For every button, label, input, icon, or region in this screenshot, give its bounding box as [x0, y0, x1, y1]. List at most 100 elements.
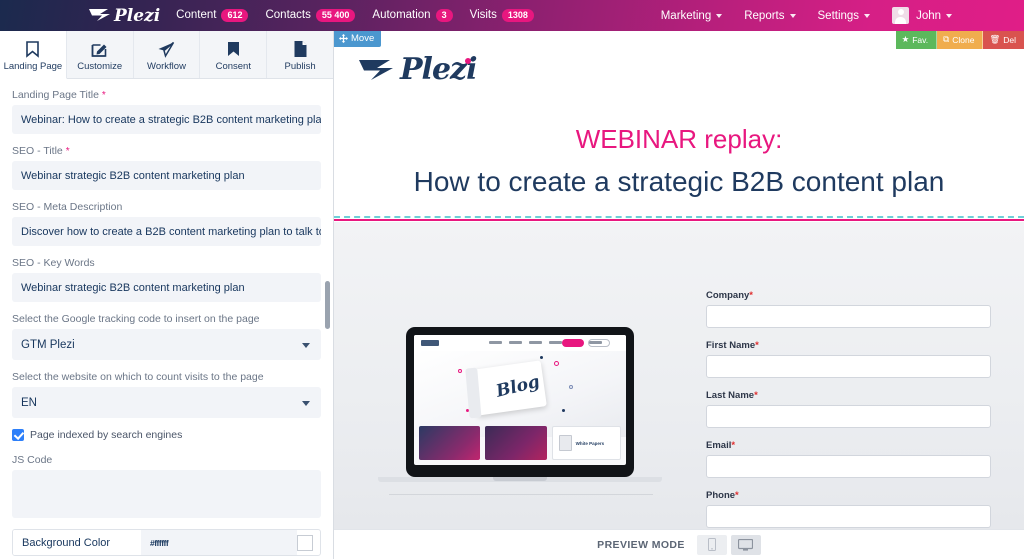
- background-color-value[interactable]: #ffffff: [141, 530, 297, 555]
- required-marker: *: [755, 340, 759, 351]
- preview-body-block[interactable]: Blog White Papers Company* First Name* L…: [334, 222, 1024, 549]
- sidebar-form: Landing Page Title * Webinar: How to cre…: [0, 79, 333, 559]
- mockup-secondary-button: [588, 339, 610, 347]
- nav-menu-settings-label: Settings: [817, 9, 860, 22]
- plezi-brand-logo[interactable]: Plezi: [88, 6, 160, 26]
- preview-pink-divider: [334, 219, 1024, 221]
- document-stack-icon: [558, 435, 572, 451]
- nav-item-automation-badge: 3: [435, 9, 453, 22]
- mockup-article-card: [419, 426, 481, 460]
- delete-button-label: Del: [1003, 34, 1016, 45]
- chevron-down-icon: [946, 13, 952, 18]
- confetti-dot-icon: [540, 356, 543, 359]
- mockup-article-card: [485, 426, 547, 460]
- form-email-input[interactable]: [706, 455, 991, 478]
- form-company-label-text: Company: [706, 290, 750, 301]
- star-icon: ★: [901, 34, 910, 44]
- plezi-bird-icon: [359, 59, 393, 80]
- nav-item-content-badge: 612: [221, 9, 249, 22]
- google-tracking-code-select[interactable]: GTM Plezi: [12, 329, 321, 360]
- mockup-whitepapers-card: White Papers: [551, 426, 621, 460]
- nav-item-content-label: Content: [176, 9, 217, 22]
- user-menu[interactable]: John: [892, 7, 952, 24]
- tab-landing-page[interactable]: Landing Page: [0, 31, 67, 79]
- required-marker: *: [754, 390, 758, 401]
- clone-button-label: Clone: [952, 34, 975, 45]
- preview-mobile-button[interactable]: [696, 534, 727, 555]
- nav-menu-reports[interactable]: Reports: [744, 10, 796, 22]
- desktop-icon: [738, 538, 754, 551]
- nav-menu-marketing[interactable]: Marketing: [661, 10, 723, 22]
- mockup-site-nav: [414, 335, 626, 351]
- seo-key-words-input[interactable]: Webinar strategic B2B content marketing …: [12, 273, 321, 302]
- tab-publish[interactable]: Publish: [267, 31, 333, 78]
- favorite-button[interactable]: ★ Fav.: [895, 31, 938, 49]
- form-first-name-label: First Name*: [706, 340, 991, 351]
- navbar-right-group: Marketing Reports Settings John: [661, 7, 952, 24]
- form-last-name-input[interactable]: [706, 405, 991, 428]
- preview-desktop-button[interactable]: [730, 534, 761, 555]
- delete-button[interactable]: 🗑 Del: [983, 31, 1024, 49]
- page-indexed-checkbox[interactable]: [12, 429, 24, 441]
- nav-item-automation-label: Automation: [372, 9, 431, 22]
- nav-item-content[interactable]: Content 612: [176, 9, 249, 22]
- seo-meta-description-input[interactable]: Discover how to create a B2B content mar…: [12, 217, 321, 246]
- mockup-card-row: White Papers: [419, 426, 621, 460]
- laptop-frame: Blog White Papers: [406, 327, 634, 477]
- tab-consent[interactable]: Consent: [200, 31, 268, 78]
- required-marker: *: [65, 146, 70, 157]
- form-company-input[interactable]: [706, 305, 991, 328]
- nav-item-contacts[interactable]: Contacts 55 400: [265, 9, 356, 22]
- form-phone-label: Phone*: [706, 490, 991, 501]
- confetti-dot-icon: [562, 409, 565, 412]
- form-company-label: Company*: [706, 290, 991, 301]
- seo-title-input[interactable]: Webinar strategic B2B content marketing …: [12, 161, 321, 190]
- mockup-ground-line: [389, 494, 653, 495]
- mockup-whitepapers-label: White Papers: [575, 440, 605, 446]
- sidebar-scrollbar[interactable]: [325, 281, 330, 329]
- form-first-name-input[interactable]: [706, 355, 991, 378]
- field-background-color: Background Color #ffffff: [12, 529, 321, 556]
- mockup-notebook: Blog: [471, 360, 547, 416]
- nav-item-visits-badge: 1308: [501, 9, 534, 22]
- js-code-label: JS Code: [12, 454, 53, 466]
- mockup-cta-button: [562, 339, 584, 347]
- chevron-down-icon: [789, 13, 796, 18]
- landing-page-title-input[interactable]: Webinar: How to create a strategic B2B c…: [12, 105, 321, 134]
- preview-heading-navy: How to create a strategic B2B content pl…: [413, 166, 945, 197]
- bookmark-outline-icon: [26, 40, 40, 58]
- nav-item-visits[interactable]: Visits 1308: [470, 9, 534, 22]
- field-js-code: JS Code: [12, 454, 321, 518]
- form-phone-input[interactable]: [706, 505, 991, 528]
- brand-name: Plezi: [114, 5, 161, 26]
- preview-lead-form: Company* First Name* Last Name* Email* P…: [706, 290, 991, 551]
- field-seo-key-words: SEO - Key Words Webinar strategic B2B co…: [12, 257, 321, 302]
- tab-workflow[interactable]: Workflow: [134, 31, 201, 78]
- form-last-name-label-text: Last Name: [706, 390, 755, 401]
- nav-item-automation[interactable]: Automation 3: [372, 9, 453, 22]
- tab-publish-label: Publish: [284, 61, 316, 72]
- laptop-base: [378, 477, 662, 482]
- background-color-swatch[interactable]: [297, 534, 313, 551]
- required-marker: *: [101, 90, 106, 101]
- preview-hero-block[interactable]: Plezi WEBINAR replay: How to create a st…: [334, 36, 1024, 218]
- avatar: [892, 7, 910, 24]
- tab-consent-label: Consent: [215, 60, 251, 72]
- chevron-down-icon: [302, 400, 310, 406]
- clone-button[interactable]: ⧉ Clone: [937, 31, 984, 49]
- nav-menu-settings[interactable]: Settings: [818, 10, 871, 22]
- move-block-button[interactable]: Move: [334, 31, 382, 47]
- seo-meta-description-label: SEO - Meta Description: [12, 201, 123, 213]
- js-code-textarea[interactable]: [12, 470, 321, 518]
- form-phone-label-text: Phone: [706, 490, 736, 501]
- seo-title-label-text: SEO - Title: [12, 145, 63, 157]
- document-icon: [294, 41, 307, 57]
- tab-customize[interactable]: Customize: [67, 31, 134, 78]
- required-marker: *: [731, 440, 736, 451]
- nav-item-contacts-badge: 55 400: [315, 9, 356, 22]
- paper-plane-icon: [158, 41, 175, 58]
- website-select[interactable]: EN: [12, 387, 321, 418]
- laptop-screen: Blog White Papers: [414, 335, 626, 465]
- form-email-label: Email*: [706, 440, 991, 451]
- confetti-dot-icon: [569, 385, 573, 389]
